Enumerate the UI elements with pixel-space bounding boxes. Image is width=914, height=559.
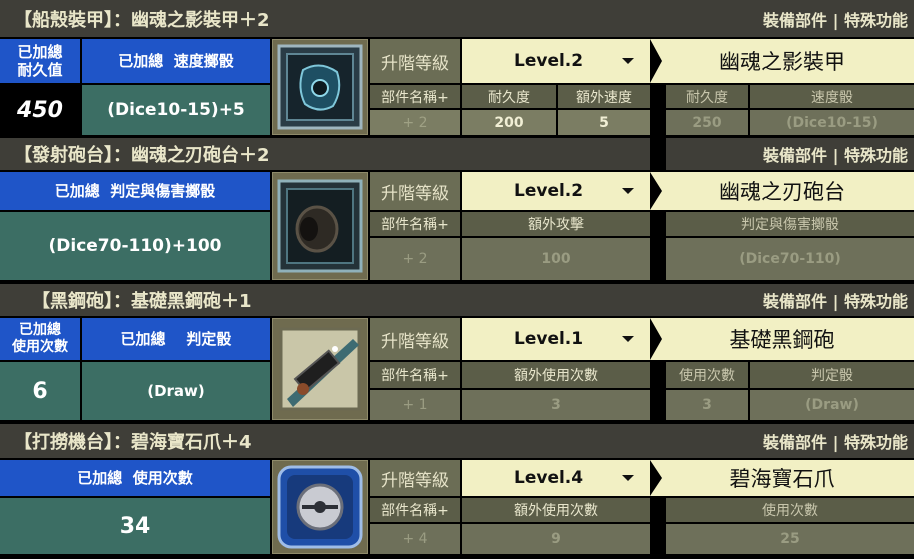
uses-value: 25 <box>666 524 914 554</box>
level-value: Level.2 <box>514 181 584 201</box>
section-type-label: 裝備部件 | 特殊功能 <box>763 146 908 165</box>
section-title: 【打撈機台】：碧海寶石爪＋4 <box>14 432 252 453</box>
part-plus-value: + 2 <box>370 110 460 135</box>
durability-value: 200 <box>462 110 556 135</box>
section-title: 【黑鋼砲】：基礎黑鋼砲＋1 <box>32 291 252 312</box>
level-dropdown[interactable]: Level.2 <box>462 172 650 210</box>
total-uses-value: 34 <box>0 498 270 554</box>
col-header-extra-uses: 額外使用次數 <box>462 362 650 388</box>
upgrade-level-label: 升階等級 <box>370 39 460 83</box>
col-header-extra-speed: 額外速度 <box>558 85 650 108</box>
total-hit-damage-dice-value: (Dice70-110)+100 <box>0 212 270 280</box>
part-name-banner: 幽魂之影裝甲 <box>650 39 914 83</box>
part-plus-value: + 2 <box>370 238 460 280</box>
black-steel-cannon-icon <box>272 318 368 420</box>
part-plus-value: + 1 <box>370 390 460 420</box>
upgrade-level-label: 升階等級 <box>370 460 460 496</box>
col-header-part-plus: 部件名稱+ <box>370 212 460 236</box>
level-value: Level.4 <box>514 468 584 488</box>
col-header-check-dice: 判定骰 <box>750 362 914 388</box>
col-header-extra-uses: 額外使用次數 <box>462 498 650 522</box>
total-speed-dice-value: (Dice10-15)+5 <box>82 85 270 135</box>
col-header-speed-dice: 速度骰 <box>750 85 914 108</box>
base-durability-value: 250 <box>666 110 748 135</box>
total-check-dice-label: 已加總 判定骰 <box>82 318 270 360</box>
part-plus-value: + 4 <box>370 524 460 554</box>
section-title: 【發射砲台】：幽魂之刃砲台＋2 <box>14 145 270 166</box>
speed-dice-value: (Dice10-15) <box>750 110 914 135</box>
section-header-turret: 【發射砲台】：幽魂之刃砲台＋2 <box>0 138 650 170</box>
level-value: Level.2 <box>514 51 584 71</box>
extra-speed-value: 5 <box>558 110 650 135</box>
col-header-durability: 耐久度 <box>462 85 556 108</box>
section-type-label: 裝備部件 | 特殊功能 <box>763 10 908 30</box>
col-header-part-plus: 部件名稱+ <box>370 362 460 388</box>
chevron-down-icon <box>622 188 634 194</box>
upgrade-level-label: 升階等級 <box>370 172 460 210</box>
part-name-banner: 基礎黑鋼砲 <box>650 318 914 360</box>
gem-claw-icon <box>272 460 368 554</box>
extra-uses-value: 9 <box>462 524 650 554</box>
section-type-label: 裝備部件 | 特殊功能 <box>763 292 908 311</box>
level-dropdown[interactable]: Level.4 <box>462 460 650 496</box>
col-header-uses: 使用次數 <box>666 498 914 522</box>
extra-uses-value: 3 <box>462 390 650 420</box>
section-title: 【船殼裝甲】：幽魂之影裝甲＋2 <box>14 9 270 31</box>
total-hit-damage-dice-label: 已加總 判定與傷害擲骰 <box>0 172 270 210</box>
check-dice-value: (Draw) <box>750 390 914 420</box>
col-header-hit-damage-dice: 判定與傷害擲骰 <box>666 212 914 236</box>
section-type-header: 裝備部件 | 特殊功能 <box>666 138 914 170</box>
level-dropdown[interactable]: Level.1 <box>462 318 650 360</box>
chevron-down-icon <box>622 58 634 64</box>
col-header-extra-attack: 額外攻擊 <box>462 212 650 236</box>
section-header-hull-armor: 【船殼裝甲】：幽魂之影裝甲＋2 裝備部件 | 特殊功能 <box>0 0 914 37</box>
hit-damage-dice-value: (Dice70-110) <box>666 238 914 280</box>
total-uses-label: 已加總 使用次數 <box>0 460 270 496</box>
total-check-dice-value: (Draw) <box>82 362 270 420</box>
part-name-banner: 幽魂之刃砲台 <box>650 172 914 210</box>
ghost-armor-icon <box>272 39 368 135</box>
part-name-banner: 碧海寶石爪 <box>650 460 914 496</box>
level-value: Level.1 <box>514 329 584 349</box>
total-durability-value: 450 <box>0 85 80 135</box>
section-header-black-steel-cannon: 【黑鋼砲】：基礎黑鋼砲＋1 裝備部件 | 特殊功能 <box>0 284 914 316</box>
total-speed-dice-label: 已加總 速度擲骰 <box>82 39 270 83</box>
chevron-down-icon <box>622 475 634 481</box>
extra-attack-value: 100 <box>462 238 650 280</box>
section-header-salvage-rig: 【打撈機台】：碧海寶石爪＋4 裝備部件 | 特殊功能 <box>0 424 914 458</box>
col-header-part-plus: 部件名稱+ <box>370 85 460 108</box>
total-uses-value: 6 <box>0 362 80 420</box>
level-dropdown[interactable]: Level.2 <box>462 39 650 83</box>
upgrade-level-label: 升階等級 <box>370 318 460 360</box>
col-header-uses: 使用次數 <box>666 362 748 388</box>
uses-value: 3 <box>666 390 748 420</box>
total-uses-label: 已加總 使用次數 <box>0 318 80 360</box>
col-header-part-plus: 部件名稱+ <box>370 498 460 522</box>
total-durability-label: 已加總 耐久值 <box>0 39 80 83</box>
section-type-label: 裝備部件 | 特殊功能 <box>763 433 908 452</box>
col-header-base-durability: 耐久度 <box>666 85 748 108</box>
ghost-cannon-icon <box>272 172 368 280</box>
chevron-down-icon <box>622 336 634 342</box>
